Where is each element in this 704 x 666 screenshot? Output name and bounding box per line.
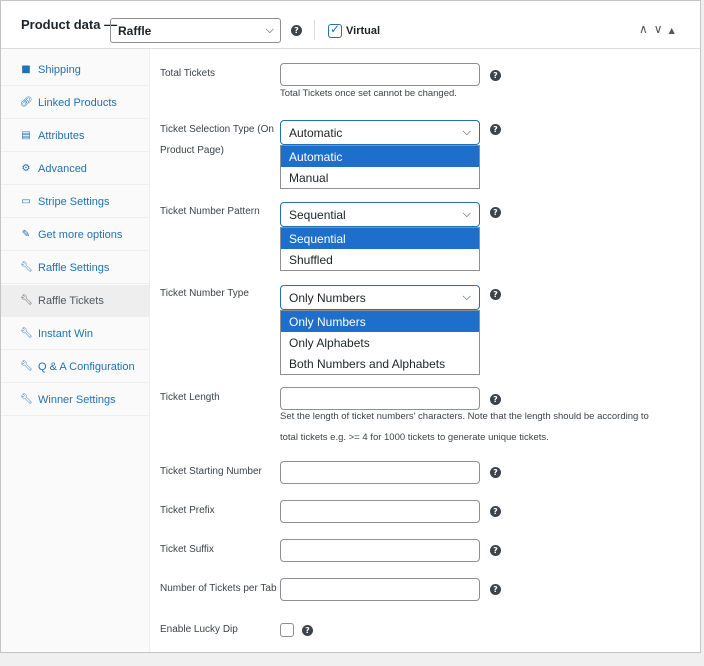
tab-shipping[interactable]: ■ Shipping: [1, 54, 149, 86]
number-type-label: Ticket Number Type: [160, 288, 249, 299]
tab-label: Get more options: [38, 229, 123, 241]
tab-stripe-settings[interactable]: ▭ Stripe Settings: [1, 186, 149, 218]
raffle-tickets-panel: Total Tickets ? Total Tickets once set c…: [150, 49, 700, 652]
chevron-down-icon: ⌵: [462, 125, 471, 138]
wrench-icon: 🔧︎: [20, 394, 33, 405]
tab-raffle-settings[interactable]: 🔧︎ Raffle Settings: [1, 252, 149, 284]
tab-instant-win[interactable]: 🔧︎ Instant Win: [1, 318, 149, 350]
total-tickets-label: Total Tickets: [160, 68, 216, 79]
gear-icon: ⚙: [21, 163, 31, 174]
number-pattern-select[interactable]: Sequential ⌵: [280, 202, 480, 227]
help-icon[interactable]: ?: [490, 545, 501, 556]
tab-label: Linked Products: [38, 97, 117, 109]
move-up-icon[interactable]: ∧: [639, 22, 654, 36]
lucky-dip-label: Enable Lucky Dip: [160, 624, 238, 635]
starting-number-input[interactable]: [280, 461, 480, 484]
chevron-down-icon: ⌵: [265, 24, 274, 36]
tab-label: Raffle Tickets: [38, 295, 104, 307]
option-only-numbers[interactable]: Only Numbers: [281, 311, 479, 332]
product-data-header: Product data — Raffle ⌵ ? Virtual ∧∨▲: [1, 1, 700, 49]
ticket-length-label: Ticket Length: [160, 392, 220, 403]
tab-label: Advanced: [38, 163, 87, 175]
tab-label: Instant Win: [38, 328, 94, 340]
help-icon[interactable]: ?: [490, 506, 501, 517]
number-type-dropdown: Only Numbers Only Alphabets Both Numbers…: [280, 310, 480, 375]
ticket-length-description-line1: Set the length of ticket numbers' charac…: [280, 411, 649, 422]
number-type-select[interactable]: Only Numbers ⌵: [280, 285, 480, 310]
prefix-input[interactable]: [280, 500, 480, 523]
chevron-down-icon: ⌵: [462, 207, 471, 220]
tab-linked-products[interactable]: 🔗︎ Linked Products: [1, 87, 149, 119]
prefix-label: Ticket Prefix: [160, 505, 215, 516]
suffix-label: Ticket Suffix: [160, 544, 214, 555]
product-data-panel: Product data — Raffle ⌵ ? Virtual ∧∨▲ ■ …: [0, 0, 701, 653]
tab-label: Attributes: [38, 130, 85, 142]
help-icon[interactable]: ?: [291, 25, 302, 36]
lucky-dip-checkbox[interactable]: [280, 623, 294, 637]
tab-label: Winner Settings: [38, 394, 116, 406]
selection-type-value: Automatic: [289, 126, 343, 140]
move-down-icon[interactable]: ∨: [654, 22, 669, 36]
product-type-select[interactable]: Raffle ⌵: [110, 18, 281, 43]
tab-get-more-options[interactable]: ✎ Get more options: [1, 219, 149, 251]
number-pattern-label: Ticket Number Pattern: [160, 206, 260, 217]
wrench-icon: 🔧︎: [20, 262, 33, 273]
plugin-icon: ✎: [21, 229, 31, 240]
selection-type-dropdown: Automatic Manual: [280, 145, 480, 189]
per-tab-input[interactable]: [280, 578, 480, 601]
tab-label: Q & A Configuration: [38, 361, 135, 373]
option-only-alphabets[interactable]: Only Alphabets: [281, 332, 479, 353]
help-icon[interactable]: ?: [490, 207, 501, 218]
product-data-tabs: ■ Shipping 🔗︎ Linked Products ▤ Attribut…: [1, 49, 150, 652]
chevron-down-icon: ⌵: [462, 290, 471, 303]
option-manual[interactable]: Manual: [281, 167, 479, 188]
option-shuffled[interactable]: Shuffled: [281, 249, 479, 270]
product-type-value: Raffle: [118, 24, 152, 38]
wrench-icon: 🔧︎: [20, 361, 33, 372]
ticket-length-description-line2: total tickets e.g. >= 4 for 1000 tickets…: [280, 432, 549, 443]
help-icon[interactable]: ?: [490, 394, 501, 405]
suffix-input[interactable]: [280, 539, 480, 562]
starting-number-label: Ticket Starting Number: [160, 466, 262, 477]
product-data-title: Product data —: [21, 17, 118, 32]
link-icon: 🔗︎: [20, 97, 33, 108]
selection-type-select[interactable]: Automatic ⌵: [280, 120, 480, 145]
help-icon[interactable]: ?: [490, 124, 501, 135]
tab-qa-configuration[interactable]: 🔧︎ Q & A Configuration: [1, 351, 149, 383]
per-tab-label: Number of Tickets per Tab: [160, 583, 277, 594]
virtual-label: Virtual: [346, 25, 381, 37]
total-tickets-description: Total Tickets once set cannot be changed…: [280, 88, 457, 99]
help-icon[interactable]: ?: [490, 70, 501, 81]
header-divider: [314, 20, 315, 40]
tab-label: Raffle Settings: [38, 262, 110, 274]
help-icon[interactable]: ?: [302, 625, 313, 636]
wrench-icon: 🔧︎: [20, 328, 33, 339]
help-icon[interactable]: ?: [490, 584, 501, 595]
truck-icon: ■: [21, 64, 31, 75]
virtual-checkbox[interactable]: [328, 22, 342, 38]
tab-label: Stripe Settings: [38, 196, 110, 208]
panel-move-arrows[interactable]: ∧∨▲: [639, 22, 681, 36]
card-icon: ▭: [21, 196, 31, 207]
number-type-value: Only Numbers: [289, 291, 366, 305]
list-icon: ▤: [21, 130, 31, 141]
option-sequential[interactable]: Sequential: [281, 228, 479, 249]
help-icon[interactable]: ?: [490, 289, 501, 300]
option-automatic[interactable]: Automatic: [281, 146, 479, 167]
help-icon[interactable]: ?: [490, 467, 501, 478]
wrench-icon: 🔧︎: [20, 295, 33, 306]
selection-type-label: Ticket Selection Type (On Product Page): [160, 124, 274, 156]
collapse-icon[interactable]: ▲: [669, 26, 681, 35]
tab-winner-settings[interactable]: 🔧︎ Winner Settings: [1, 384, 149, 416]
tab-label: Shipping: [38, 64, 81, 76]
tab-raffle-tickets[interactable]: 🔧︎ Raffle Tickets: [1, 285, 149, 317]
number-pattern-dropdown: Sequential Shuffled: [280, 227, 480, 271]
option-both[interactable]: Both Numbers and Alphabets: [281, 353, 479, 374]
tab-advanced[interactable]: ⚙ Advanced: [1, 153, 149, 185]
tab-attributes[interactable]: ▤ Attributes: [1, 120, 149, 152]
number-pattern-value: Sequential: [289, 208, 346, 222]
